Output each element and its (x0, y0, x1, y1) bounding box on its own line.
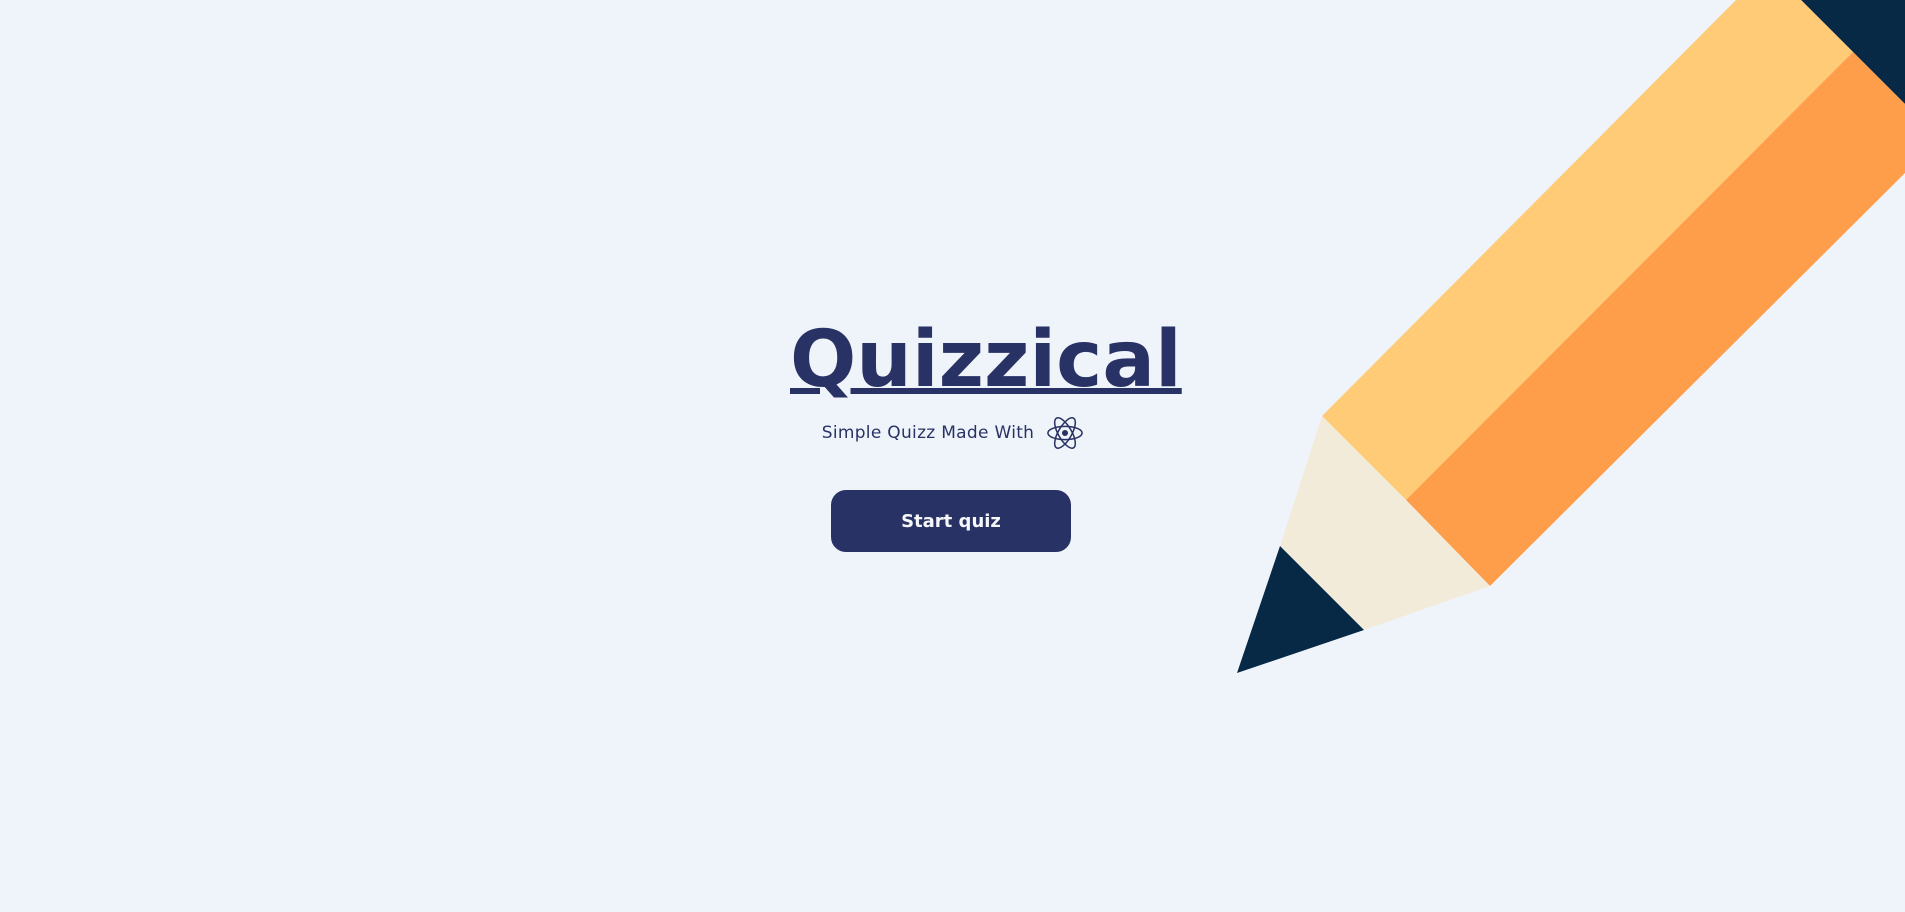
hero: Quizzical Simple Quizz Made With (790, 315, 1182, 453)
pencil-tip (1237, 546, 1364, 673)
pencil-body-dark (1406, 52, 1905, 586)
react-icon (1046, 414, 1084, 452)
start-quiz-button[interactable]: Start quiz (831, 490, 1071, 552)
subtitle-row: Simple Quizz Made With (790, 413, 1116, 453)
pencil-illustration (1237, 0, 1905, 673)
subtitle: Simple Quizz Made With (821, 423, 1035, 443)
pencil-cap (1801, 0, 1905, 104)
pencil-body-light (1322, 0, 1853, 500)
landing-page: Quizzical Simple Quizz Made With Start q… (0, 0, 1905, 912)
page-title: Quizzical (790, 315, 1182, 405)
pencil-wood (1280, 416, 1490, 630)
